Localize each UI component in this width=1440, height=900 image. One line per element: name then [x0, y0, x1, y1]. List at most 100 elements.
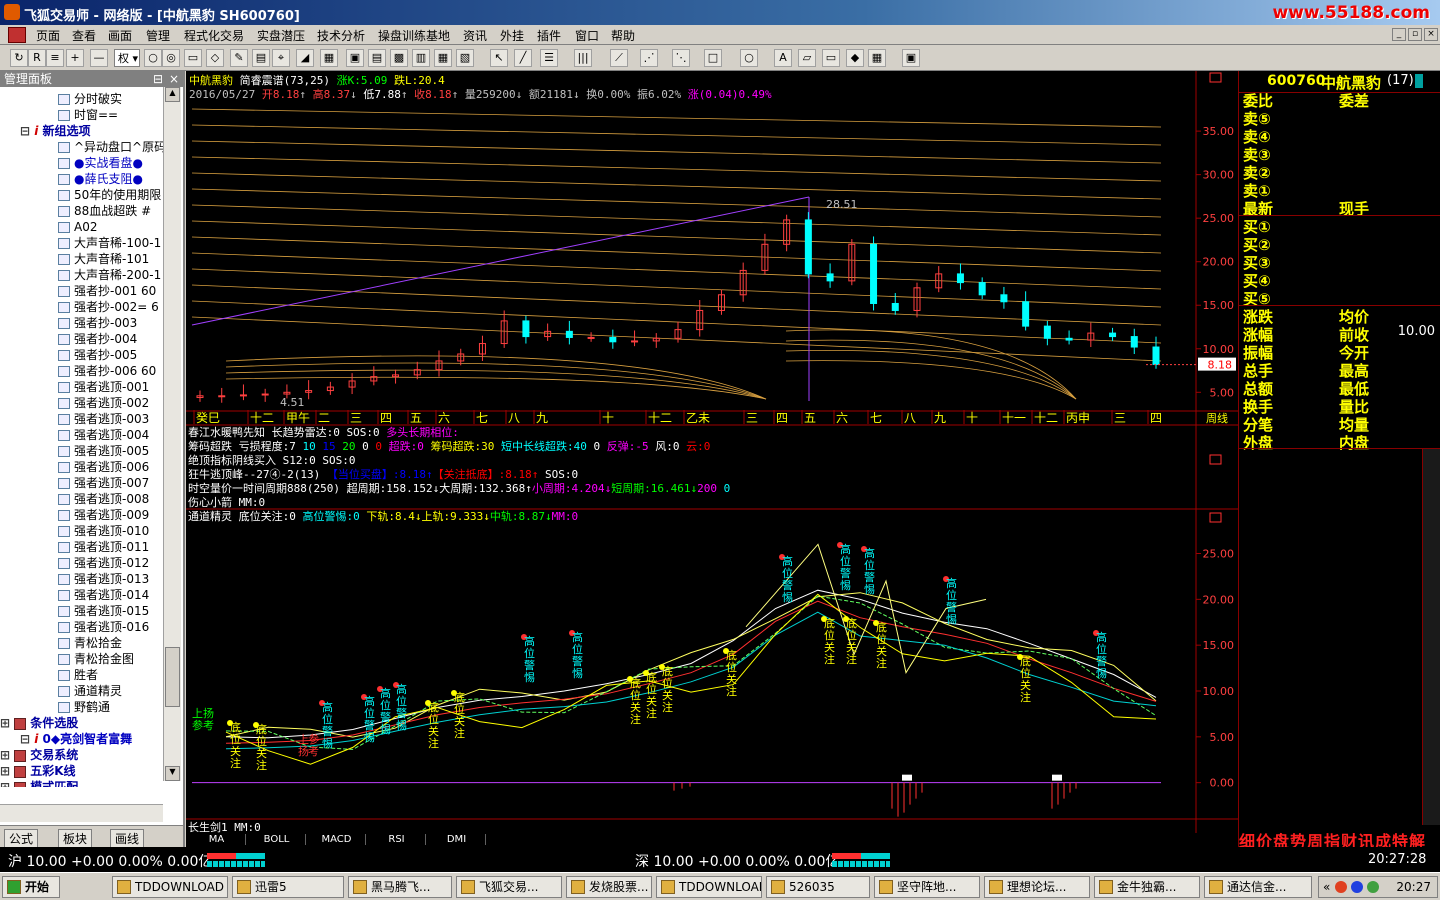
tree-item[interactable]: 强者逃顶-005 [58, 443, 149, 459]
indicator-tab[interactable]: MACD [308, 834, 366, 845]
menu-item-8[interactable]: 资讯 [463, 27, 487, 44]
tree-item[interactable]: ●实战看盘● [58, 155, 143, 171]
toolbar-button-27[interactable]: □ [704, 49, 722, 67]
taskbar-task[interactable]: 金牛独霸... [1094, 876, 1200, 898]
menu-item-5[interactable]: 实盘潜压 [257, 27, 305, 44]
tree-scrollbar[interactable]: ▲ ▼ [163, 87, 181, 781]
tree-item[interactable]: ⊟ i 0◆亮剑智者富舞 [20, 731, 132, 747]
tree-item[interactable]: 胜者 [58, 667, 98, 683]
taskbar-task[interactable]: TDDOWNLOAD [112, 876, 228, 898]
tree-item[interactable]: ⊟ i 新组选项 [20, 123, 91, 139]
toolbar-button-15[interactable]: ▤ [368, 49, 386, 67]
toolbar-button-31[interactable]: ▭ [822, 49, 840, 67]
toolbar-button-13[interactable]: ▦ [320, 49, 338, 67]
tree-item[interactable]: 强者抄-002= 6 [58, 299, 159, 315]
scroll-down-icon[interactable]: ▼ [165, 766, 180, 781]
tray-app-icon[interactable] [1335, 881, 1347, 893]
taskbar-task[interactable]: 坚守阵地... [874, 876, 980, 898]
start-button[interactable]: 开始 [2, 876, 60, 898]
tree-item[interactable]: 强者逃顶-004 [58, 427, 149, 443]
indicator-tab[interactable]: MA [188, 834, 246, 845]
tree-item[interactable]: 强者逃顶-003 [58, 411, 149, 427]
expand-icon[interactable]: ⊞ [0, 780, 14, 787]
collapse-icon[interactable]: ⊟ [20, 732, 34, 746]
tree-item[interactable]: ⊞ 模式匹配 [0, 779, 78, 787]
tab-sector[interactable]: 板块 [58, 829, 93, 848]
chart-area[interactable]: 中航黑豹 简睿震谱(73,25) 涨K:5.09 跌L:20.4 2016/05… [186, 71, 1238, 847]
tab-drawing[interactable]: 画线 [110, 829, 145, 848]
toolbar-button-11[interactable]: ⌖ [272, 49, 290, 67]
toolbar-button-17[interactable]: ▥ [412, 49, 430, 67]
tree-item[interactable]: 强者抄-001 60 [58, 283, 156, 299]
scroll-up-icon[interactable]: ▲ [165, 87, 180, 102]
tree-item[interactable]: 大声音稀-200-1 [58, 267, 161, 283]
expand-icon[interactable]: ⊞ [0, 716, 14, 730]
tree-item[interactable]: 强者抄-005 [58, 347, 137, 363]
pin-icon[interactable]: ⊟ [153, 71, 163, 87]
tab-formula[interactable]: 公式 [4, 829, 39, 848]
tree-item[interactable]: 强者逃顶-013 [58, 571, 149, 587]
toolbar-button-7[interactable]: ▭ [184, 49, 202, 67]
taskbar-task[interactable]: 通达信金... [1204, 876, 1312, 898]
indicator-tab[interactable]: BOLL [248, 834, 306, 845]
menu-item-10[interactable]: 插件 [537, 27, 561, 44]
toolbar-button-0[interactable]: ↻ [10, 49, 28, 67]
toolbar-button-33[interactable]: ▦ [868, 49, 886, 67]
tree-item[interactable]: 88血战超跌 # [58, 203, 151, 219]
toolbar-button-28[interactable]: ○ [740, 49, 758, 67]
tray-expand-icon[interactable]: « [1323, 877, 1330, 897]
taskbar-task[interactable]: 发烧股票... [566, 876, 652, 898]
tree-item[interactable]: 野鹤通 [58, 699, 110, 715]
tree-item[interactable]: 分时破实 [58, 91, 122, 107]
tree-item[interactable]: 强者逃顶-008 [58, 491, 149, 507]
expand-icon[interactable]: ⊞ [0, 764, 14, 778]
quote-bottom-tabs[interactable]: 细价盘势周指财讯成特解 [1239, 828, 1440, 847]
restore-button[interactable]: ▫ [1408, 28, 1422, 41]
tree-item[interactable]: 强者逃顶-015 [58, 603, 149, 619]
toolbar-button-32[interactable]: ◆ [846, 49, 864, 67]
tree-item[interactable]: ⊞ 五彩K线 [0, 763, 76, 779]
menu-item-4[interactable]: 程式化交易 [184, 27, 244, 44]
tree-item[interactable]: 青松拾金图 [58, 651, 134, 667]
scroll-thumb[interactable] [165, 647, 180, 707]
taskbar-task[interactable]: 理想论坛... [984, 876, 1090, 898]
toolbar-button-2[interactable]: ≡ [46, 49, 64, 67]
toolbar-button-22[interactable]: ☰ [540, 49, 558, 67]
toolbar-button-3[interactable]: + [66, 49, 84, 67]
toolbar-button-23[interactable]: ||| [574, 49, 592, 67]
tree-item[interactable]: 强者抄-004 [58, 331, 137, 347]
toolbar-button-4[interactable]: — [90, 49, 108, 67]
tree-item[interactable]: 强者逃顶-010 [58, 523, 149, 539]
toolbar-button-29[interactable]: A [774, 49, 792, 67]
tree-item[interactable]: 强者抄-003 [58, 315, 137, 331]
toolbar-button-18[interactable]: ▦ [434, 49, 452, 67]
toolbar-button-8[interactable]: ◇ [206, 49, 224, 67]
tree-item[interactable]: A02 [58, 219, 97, 235]
taskbar-task[interactable]: TDDOWNLOAD [656, 876, 762, 898]
quote-scrollbar[interactable] [1422, 449, 1440, 825]
expand-icon[interactable]: ⊞ [0, 748, 14, 762]
tree-item[interactable]: 强者逃顶-002 [58, 395, 149, 411]
tray-network-icon[interactable] [1367, 881, 1379, 893]
taskbar-task[interactable]: 迅雷5 [232, 876, 344, 898]
tree-item[interactable]: ●薛氏支阻● [58, 171, 143, 187]
menu-item-11[interactable]: 窗口 [575, 27, 599, 44]
indicator-tab[interactable]: RSI [368, 834, 426, 845]
chart-menu-icon[interactable] [8, 27, 26, 43]
toolbar-button-24[interactable]: ⟋ [610, 49, 628, 67]
menu-item-12[interactable]: 帮助 [611, 27, 635, 44]
tree-item[interactable]: ⊞ 条件选股 [0, 715, 78, 731]
tree-item[interactable]: ⊞ 交易系统 [0, 747, 78, 763]
tray-ie-icon[interactable] [1351, 881, 1363, 893]
tree-item[interactable]: 强者逃顶-001 [58, 379, 149, 395]
tree-item[interactable]: 强者逃顶-009 [58, 507, 149, 523]
tree-item[interactable]: 通道精灵 [58, 683, 122, 699]
tree-item[interactable]: 青松拾金 [58, 635, 122, 651]
toolbar-button-34[interactable]: ▣ [902, 49, 920, 67]
tree-item[interactable]: 强者逃顶-016 [58, 619, 149, 635]
tree-item[interactable]: 强者逃顶-012 [58, 555, 149, 571]
tree-item[interactable]: ^异动盘口^原码 [58, 139, 163, 155]
tree-item[interactable]: 强者逃顶-011 [58, 539, 149, 555]
menu-item-2[interactable]: 画面 [108, 27, 132, 44]
toolbar-button-12[interactable]: ◢ [296, 49, 314, 67]
